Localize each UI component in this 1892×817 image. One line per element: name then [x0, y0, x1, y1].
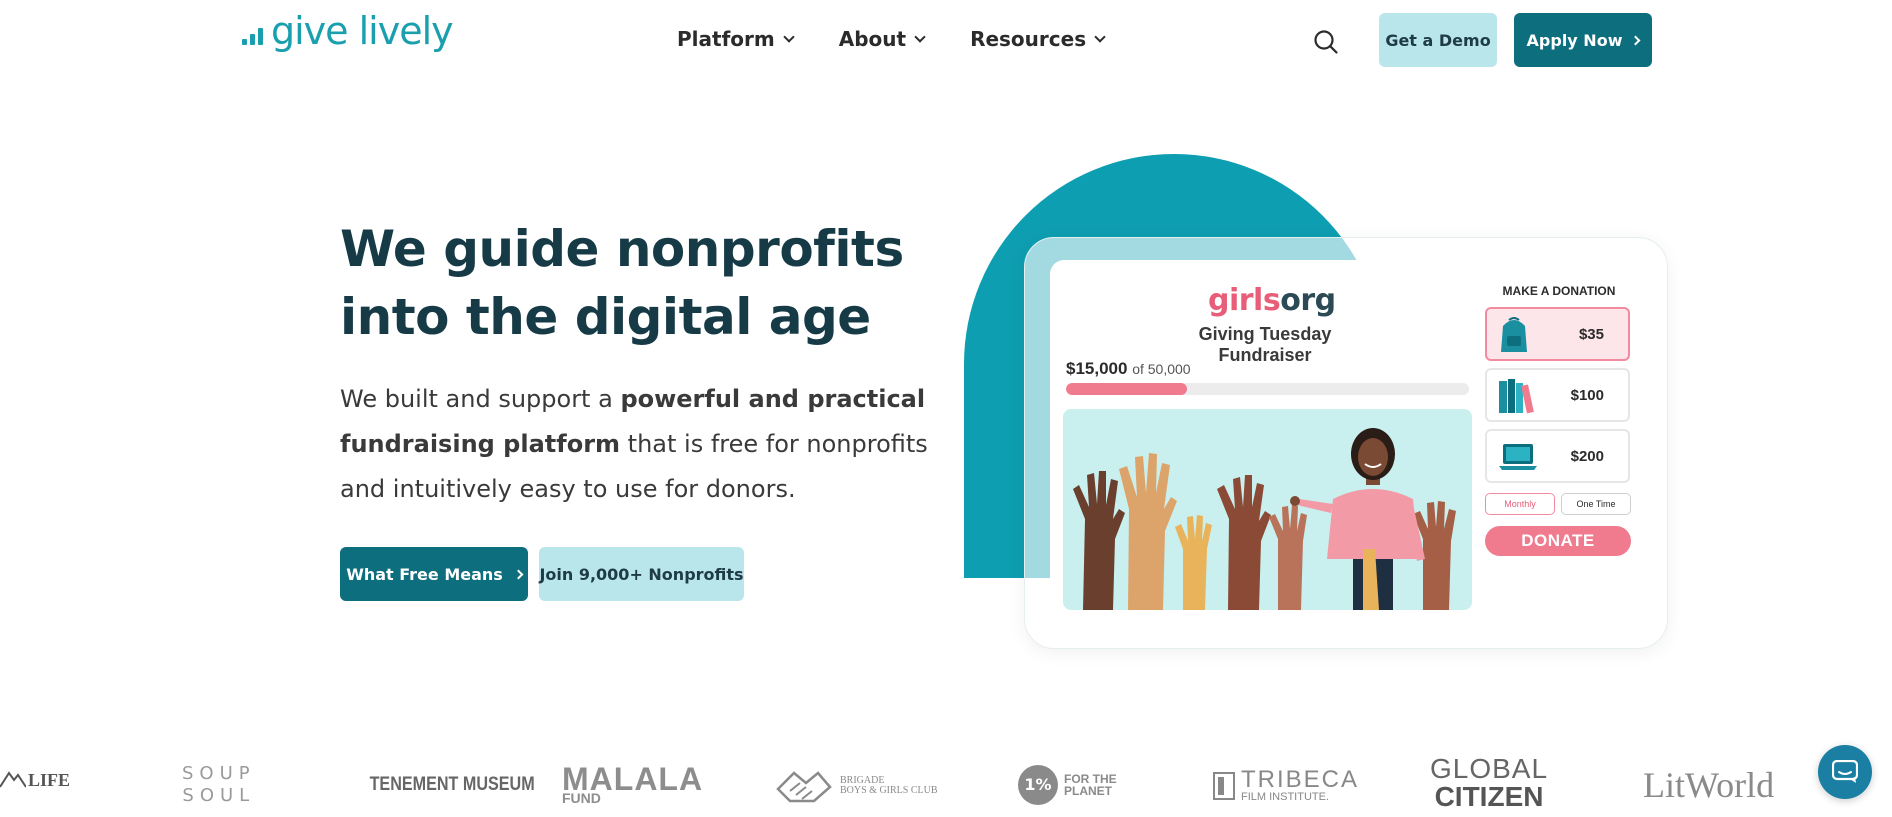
nav-label: About: [838, 27, 907, 51]
search-icon: [1314, 30, 1338, 54]
partner-planet-text: PLANET: [1064, 784, 1112, 798]
partner-soul-text: SOUL: [182, 785, 256, 806]
hero-description: We built and support a powerful and prac…: [340, 377, 940, 512]
nav-item-about[interactable]: About: [838, 27, 926, 51]
what-free-means-button[interactable]: What Free Means: [340, 547, 528, 601]
donate-button[interactable]: DONATE: [1485, 526, 1631, 556]
partner-logo-life: LIFE: [0, 767, 70, 789]
partner-life-text: LIFE: [28, 770, 71, 790]
apply-now-button[interactable]: Apply Now: [1514, 13, 1652, 67]
nav-item-resources[interactable]: Resources: [970, 27, 1106, 51]
tribeca-mark-icon: [1213, 771, 1235, 800]
partner-film-institute-text: FILM INSTITUTE.: [1241, 791, 1329, 803]
partner-logo-soup-soul: SOUP SOUL: [182, 765, 256, 805]
org-name-org: org: [1280, 283, 1336, 318]
chevron-down-icon: [914, 30, 926, 43]
progress-fill: [1066, 383, 1187, 395]
main-nav: Platform About Resources: [677, 27, 1106, 51]
teacher-figure: [1290, 428, 1425, 610]
logo-wordmark: give lively: [271, 9, 454, 53]
laptop-icon: [1499, 444, 1537, 470]
get-demo-label: Get a Demo: [1385, 30, 1491, 50]
fundraiser-progress-bar: [1066, 383, 1469, 395]
partner-logo-malala-fund: MALALA FUND: [562, 763, 703, 805]
make-donation-heading: MAKE A DONATION: [1502, 284, 1616, 298]
chevron-down-icon: [1094, 30, 1106, 43]
partner-logos-strip: LIFE SOUP SOUL TENEMENT MUSEUM MALALA FU…: [0, 755, 1892, 815]
mountain-icon: [0, 771, 26, 788]
raised-amount: $15,000 of 50,000: [1066, 359, 1191, 379]
get-demo-button[interactable]: Get a Demo: [1379, 13, 1497, 67]
nav-label: Platform: [677, 27, 775, 51]
donation-amount-35[interactable]: $35: [1485, 307, 1630, 361]
partner-tribeca-text: TRIBECA: [1241, 766, 1360, 793]
chat-icon: [1832, 760, 1858, 783]
handshake-icon: [776, 771, 832, 803]
search-button[interactable]: [1313, 29, 1339, 55]
nav-item-platform[interactable]: Platform: [677, 27, 795, 51]
partner-tenement-text: TENEMENT MUSEUM: [369, 774, 535, 795]
join-nonprofits-label: Join 9,000+ Nonprofits: [539, 564, 744, 584]
raised-hands-illustration: [1063, 409, 1472, 610]
chevron-down-icon: [783, 30, 795, 43]
amount-value: $100: [1570, 386, 1604, 404]
partner-logo-one-percent: 1% FOR THE PLANET: [1018, 765, 1117, 805]
amount-value: $200: [1570, 447, 1604, 465]
partner-logo-litworld: LitWorld: [1643, 767, 1774, 803]
partner-logo-tenement-museum: TENEMENT MUSEUM: [355, 775, 549, 794]
partner-fund-text: FUND: [562, 790, 601, 806]
org-logo: girlsorg: [1208, 283, 1336, 318]
partner-citizen-text: CITIZEN: [1434, 781, 1544, 812]
join-nonprofits-button[interactable]: Join 9,000+ Nonprofits: [539, 547, 744, 601]
donation-amount-100[interactable]: $100: [1485, 368, 1630, 422]
donation-amount-200[interactable]: $200: [1485, 429, 1630, 483]
frequency-monthly-toggle[interactable]: Monthly: [1485, 493, 1555, 515]
one-percent-badge: 1%: [1018, 765, 1058, 805]
backpack-icon: [1501, 317, 1527, 352]
books-icon: [1499, 379, 1534, 414]
org-name-girls: girls: [1208, 283, 1281, 318]
partner-global-text: GLOBAL: [1430, 753, 1549, 784]
partner-logo-brigade: BRIGADE BOYS & GIRLS CLUB: [776, 769, 938, 803]
nav-label: Resources: [970, 27, 1087, 51]
give-lively-logo[interactable]: give lively: [242, 9, 454, 53]
partner-boys-girls-text: BOYS & GIRLS CLUB: [840, 785, 938, 796]
hero-text-start: We built and support a: [340, 385, 621, 413]
chevron-right-icon: [1631, 35, 1641, 45]
hero-title: We guide nonprofits into the digital age: [340, 220, 904, 346]
goal-text: of 50,000: [1132, 361, 1191, 377]
partner-soup-text: SOUP: [182, 763, 256, 784]
signal-bars-icon: [242, 28, 263, 50]
apply-now-label: Apply Now: [1526, 30, 1623, 50]
raised-value: $15,000: [1066, 359, 1128, 378]
partner-litworld-text: LitWorld: [1643, 765, 1775, 805]
one-percent-text: 1%: [1024, 775, 1052, 794]
chevron-right-icon: [513, 569, 524, 579]
frequency-one-time-toggle[interactable]: One Time: [1561, 493, 1631, 515]
chat-launcher-button[interactable]: [1818, 745, 1872, 799]
what-free-means-label: What Free Means: [346, 564, 503, 584]
partner-logo-tribeca: TRIBECA FILM INSTITUTE.: [1213, 768, 1359, 803]
partner-logo-global-citizen: GLOBAL CITIZEN: [1430, 755, 1548, 811]
hands-teacher-icon: [1073, 428, 1456, 610]
amount-value: $35: [1578, 325, 1604, 343]
